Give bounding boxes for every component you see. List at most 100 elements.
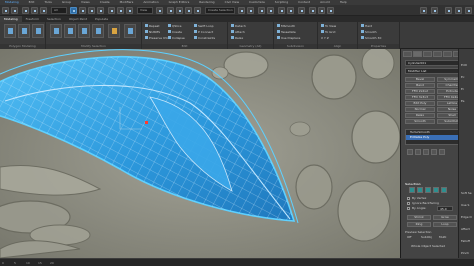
fill-selection-icon[interactable] [124,24,136,38]
modifier-shortcut-button[interactable]: FFD 3x3x3 [405,95,435,100]
scene-explorer-icon[interactable] [258,7,265,14]
msmooth-button[interactable]: MSmooth [277,23,295,28]
render-setup-icon[interactable] [309,7,316,14]
modifier-stack[interactable]: TurboSmooth Editable Poly [405,129,459,145]
mirror-icon[interactable] [238,7,245,14]
create-tab-icon[interactable] [403,51,412,57]
preview-off-radio[interactable]: Off [407,235,411,239]
relax-button[interactable]: Relax [231,35,243,40]
schematic-view-icon[interactable] [287,7,294,14]
motion-tab-icon[interactable] [433,51,442,57]
angle-snap-icon[interactable] [176,7,183,14]
select-by-name-icon[interactable] [79,7,86,14]
polygon-subobject-icon[interactable] [433,187,439,193]
ring-selection-icon[interactable] [92,24,104,38]
by-angle-checkbox[interactable] [407,207,410,210]
curve-editor-icon[interactable] [278,7,285,14]
select-object-icon[interactable] [70,7,77,14]
p-connect-button[interactable]: P Connect [194,29,213,34]
make-unique-icon[interactable] [423,149,429,155]
modifier-shortcut-button[interactable]: Normal [405,107,435,112]
nurms-button[interactable]: NURMS [145,29,160,34]
unlink-icon[interactable] [31,7,38,14]
undo-icon[interactable] [2,7,9,14]
by-vertex-checkbox[interactable] [407,197,410,200]
use-displace-button[interactable]: Use Displace [277,35,300,40]
preview-subobj-radio[interactable]: SubObj [421,235,432,239]
edge-subobject-icon[interactable] [417,187,423,193]
percent-snap-icon[interactable] [185,7,192,14]
shrink-button[interactable]: Shrink [407,215,431,220]
loop-selection-icon[interactable] [78,24,90,38]
stack-item-selected[interactable]: Editable Poly [406,135,458,140]
shrink-selection-icon[interactable] [64,24,76,38]
loop-button[interactable]: Loop [433,222,457,227]
link-icon[interactable] [22,7,29,14]
vertex-subobject-icon[interactable] [409,187,415,193]
modifier-shortcut-button[interactable]: Bend [405,83,435,88]
attach-button[interactable]: Attach [231,29,245,34]
perspective-viewport[interactable] [0,49,400,258]
modifier-shortcut-button[interactable]: Bevel [405,77,435,82]
preview-multi-radio[interactable]: Multi [439,235,446,239]
pin-stack-icon[interactable] [407,149,413,155]
modifier-shortcut-button[interactable]: FFD 2x2x2 [405,89,435,94]
move-icon[interactable] [108,7,115,14]
qslice-button[interactable]: QSlice [168,23,181,28]
window-crossing-icon[interactable] [97,7,104,14]
preserve-uvs-button[interactable]: Preserve UVs [145,35,169,40]
repeat-button[interactable]: Repeat [145,23,160,28]
bind-space-warp-icon[interactable] [40,7,47,14]
snaps-toggle-icon[interactable] [167,7,174,14]
maximize-icon[interactable] [455,7,462,14]
vertex-mode-icon[interactable] [18,24,30,38]
xyz-align-buttons[interactable]: X Y Z [321,35,329,40]
modifier-shortcut-button[interactable]: Relax [405,113,435,118]
create-button[interactable]: Create [168,29,182,34]
modifier-shortcut-button[interactable]: Smooth [405,119,435,124]
grow-button[interactable]: Grow [433,215,457,220]
show-end-result-icon[interactable] [415,149,421,155]
workspace-icon[interactable] [431,7,438,14]
hierarchy-tab-icon[interactable] [423,51,432,57]
rectangular-selection-icon[interactable] [88,7,95,14]
tessellate-button[interactable]: Tessellate [277,29,296,34]
to-view-button[interactable]: To View [321,23,336,28]
display-tab-icon[interactable] [443,51,452,57]
reference-coordinate-dropdown[interactable]: View [137,7,153,14]
smooth-button[interactable]: Smooth [361,29,377,34]
spinner-snap-icon[interactable] [194,7,201,14]
hard-button[interactable]: Hard [361,23,372,28]
material-editor-icon[interactable] [298,7,305,14]
timeline-bar[interactable]: 0 5 10 15 20 [0,258,474,266]
detach-button[interactable]: Detach [231,23,246,28]
rendered-frame-window-icon[interactable] [318,7,325,14]
border-subobject-icon[interactable] [425,187,431,193]
layer-explorer-icon[interactable] [267,7,274,14]
pivot-center-icon[interactable] [156,7,163,14]
named-selection-sets-field[interactable]: Create Selection Se [205,7,235,14]
collapse-button[interactable]: Collapse [168,35,185,40]
render-production-icon[interactable] [327,7,334,14]
user-account-icon[interactable] [420,7,427,14]
swift-loop-button[interactable]: Swift Loop [194,23,214,28]
to-grid-button[interactable]: To Grid [321,29,335,34]
by-angle-value[interactable]: 45.0 [437,206,453,211]
smooth-30-button[interactable]: Smooth 30 [361,35,381,40]
redo-icon[interactable] [11,7,18,14]
ring-button[interactable]: Ring [407,222,431,227]
selected-vertex[interactable] [145,121,148,124]
constraints-button[interactable]: Constraints [194,35,215,40]
selection-filter-dropdown[interactable]: All [51,7,67,14]
close-icon[interactable] [465,7,472,14]
element-subobject-icon[interactable] [441,187,447,193]
modifier-list-dropdown[interactable]: Modifier List [405,68,463,74]
remove-modifier-icon[interactable] [431,149,437,155]
minimize-icon[interactable] [445,7,452,14]
edge-mode-icon[interactable] [32,24,44,38]
grow-selection-icon[interactable] [50,24,62,38]
select-similar-icon[interactable] [108,24,120,38]
configure-sets-icon[interactable] [439,149,445,155]
scale-icon[interactable] [126,7,133,14]
align-icon[interactable] [247,7,254,14]
